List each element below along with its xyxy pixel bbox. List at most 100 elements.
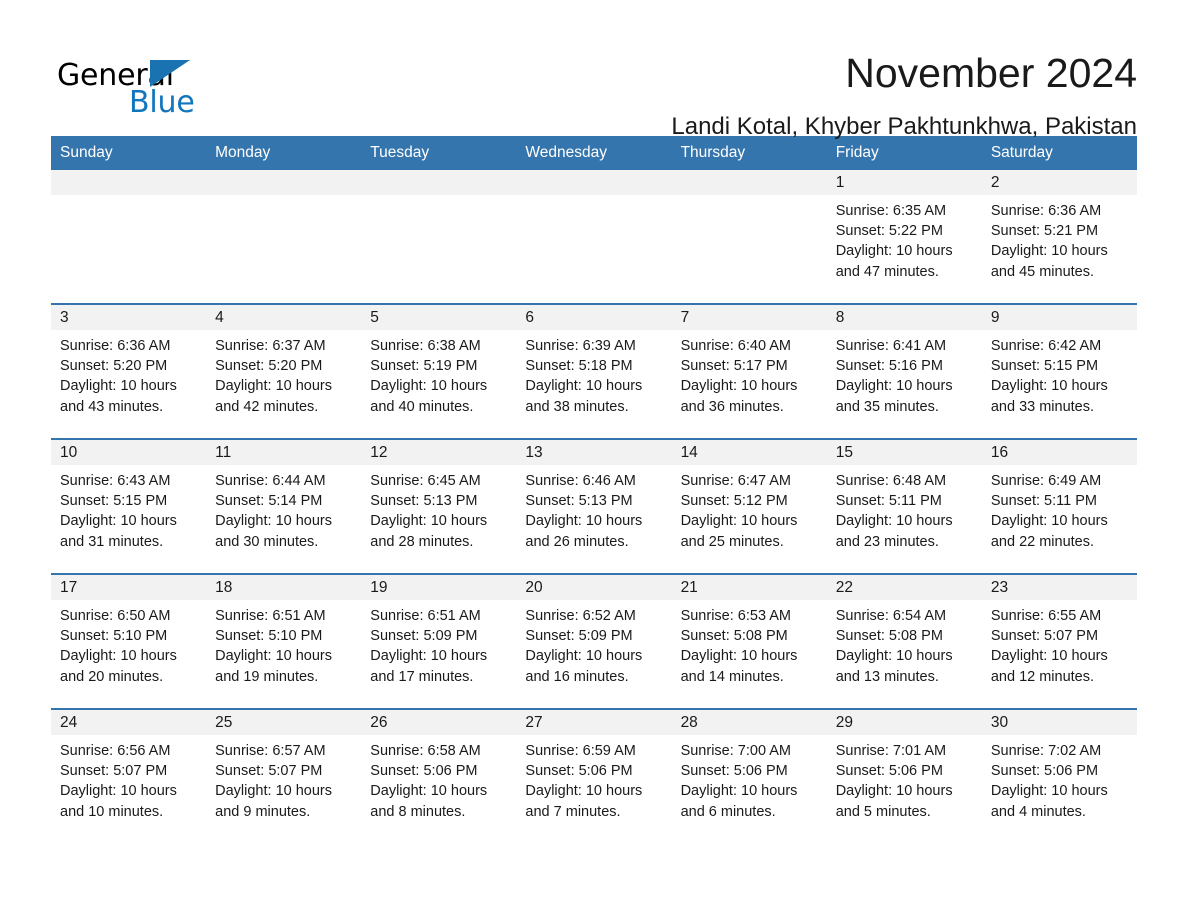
calendar-day-cell[interactable]: 29 Sunrise: 7:01 AM Sunset: 5:06 PM Dayligh… xyxy=(826,708,982,843)
calendar-day-cell[interactable]: 18 Sunrise: 6:51 AM Sunset: 5:10 PM Dayligh… xyxy=(206,573,362,709)
calendar-day-cell[interactable]: 19 Sunrise: 6:51 AM Sunset: 5:09 PM Dayligh… xyxy=(361,573,517,709)
calendar-day-cell[interactable]: 11 Sunrise: 6:44 AM Sunset: 5:14 PM Dayligh… xyxy=(206,438,362,574)
sunrise-text: Sunrise: 6:48 AM xyxy=(835,473,947,489)
day-number: 13 xyxy=(516,440,672,465)
day-details xyxy=(51,195,207,303)
day-number: 22 xyxy=(826,575,982,600)
day-cell-inner: 7 Sunrise: 6:40 AM Sunset: 5:17 PM Daylight… xyxy=(671,305,827,438)
day-cell-inner: 15 Sunrise: 6:48 AM Sunset: 5:11 PM Dayligh… xyxy=(826,440,982,573)
daylight-text: Daylight: 10 hours xyxy=(215,783,333,800)
sunset-text: Sunset: 5:09 PM xyxy=(370,628,478,645)
day-details: Sunrise: 6:36 AM Sunset: 5:20 PM Daylight:… xyxy=(51,330,207,438)
day-number: 14 xyxy=(671,440,827,465)
sunset-text: Sunset: 5:10 PM xyxy=(215,628,323,645)
page-header: General Blue November 2024 Landi Kotal, … xyxy=(51,0,1137,140)
daylight-text: and 9 minutes. xyxy=(215,803,311,820)
sunrise-text: Sunrise: 6:59 AM xyxy=(525,743,636,759)
title-block: November 2024 Landi Kotal, Khyber Pakhtu… xyxy=(201,46,1137,144)
calendar-day-cell[interactable]: 8 Sunrise: 6:41 AM Sunset: 5:16 PM Daylight… xyxy=(826,303,982,439)
calendar-day-cell[interactable]: 9 Sunrise: 6:42 AM Sunset: 5:15 PM Daylight… xyxy=(981,303,1137,439)
day-details: Sunrise: 6:59 AM Sunset: 5:06 PM Daylight:… xyxy=(516,735,672,843)
sunset-text: Sunset: 5:13 PM xyxy=(525,493,633,510)
daylight-text: Daylight: 10 hours xyxy=(370,648,488,665)
calendar-day-cell[interactable]: 15 Sunrise: 6:48 AM Sunset: 5:11 PM Dayligh… xyxy=(826,438,982,574)
calendar-day-cell[interactable]: 1 Sunrise: 6:35 AM Sunset: 5:22 PM Daylight… xyxy=(826,170,982,304)
sunrise-text: Sunrise: 6:49 AM xyxy=(990,473,1102,489)
calendar-day-cell[interactable]: 3 Sunrise: 6:36 AM Sunset: 5:20 PM Daylight… xyxy=(51,303,207,439)
calendar-day-cell[interactable]: 24 Sunrise: 6:56 AM Sunset: 5:07 PM Dayligh… xyxy=(51,708,207,843)
day-cell-inner: 27 Sunrise: 6:59 AM Sunset: 5:06 PM Dayligh… xyxy=(516,710,672,843)
day-number xyxy=(361,170,517,195)
day-details: Sunrise: 6:52 AM Sunset: 5:09 PM Daylight:… xyxy=(516,600,672,708)
calendar-day-cell[interactable]: 7 Sunrise: 6:40 AM Sunset: 5:17 PM Daylight… xyxy=(671,303,827,439)
calendar-week-row: 3 Sunrise: 6:36 AM Sunset: 5:20 PM Daylight… xyxy=(51,303,1137,439)
daylight-text: and 23 minutes. xyxy=(835,533,939,550)
day-cell-inner: 26 Sunrise: 6:58 AM Sunset: 5:06 PM Dayligh… xyxy=(361,710,517,843)
day-details: Sunrise: 6:56 AM Sunset: 5:07 PM Daylight:… xyxy=(51,735,207,843)
calendar-day-cell[interactable]: 12 Sunrise: 6:45 AM Sunset: 5:13 PM Dayligh… xyxy=(361,438,517,574)
day-cell-inner: 21 Sunrise: 6:53 AM Sunset: 5:08 PM Dayligh… xyxy=(671,575,827,708)
calendar-day-cell[interactable]: 14 Sunrise: 6:47 AM Sunset: 5:12 PM Dayligh… xyxy=(671,438,827,574)
daylight-text: Daylight: 10 hours xyxy=(680,783,798,800)
day-cell-inner: 2 Sunrise: 6:36 AM Sunset: 5:21 PM Daylight… xyxy=(981,170,1137,303)
day-cell-inner: 30 Sunrise: 7:02 AM Sunset: 5:06 PM Dayligh… xyxy=(981,710,1137,843)
calendar-day-cell[interactable]: 21 Sunrise: 6:53 AM Sunset: 5:08 PM Dayligh… xyxy=(671,573,827,709)
sunrise-text: Sunrise: 6:37 AM xyxy=(215,338,326,354)
day-cell-inner: 24 Sunrise: 6:56 AM Sunset: 5:07 PM Dayligh… xyxy=(51,710,207,843)
sunset-text: Sunset: 5:11 PM xyxy=(835,493,942,510)
page-title: November 2024 xyxy=(845,50,1137,96)
day-number: 17 xyxy=(51,575,207,600)
calendar-day-cell[interactable]: 25 Sunrise: 6:57 AM Sunset: 5:07 PM Dayligh… xyxy=(206,708,362,843)
location-subtitle: Landi Kotal, Khyber Pakhtunkhwa, Pakista… xyxy=(671,113,1137,140)
day-number: 25 xyxy=(206,710,362,735)
daylight-text: and 40 minutes. xyxy=(370,398,474,415)
daylight-text: and 17 minutes. xyxy=(370,668,474,685)
sunrise-text: Sunrise: 6:38 AM xyxy=(370,338,481,354)
day-cell-inner xyxy=(516,170,672,303)
day-number: 1 xyxy=(826,170,982,195)
calendar-day-cell[interactable]: 20 Sunrise: 6:52 AM Sunset: 5:09 PM Dayligh… xyxy=(516,573,672,709)
calendar-day-cell[interactable]: 22 Sunrise: 6:54 AM Sunset: 5:08 PM Dayligh… xyxy=(826,573,982,709)
day-cell-inner: 3 Sunrise: 6:36 AM Sunset: 5:20 PM Daylight… xyxy=(51,305,207,438)
calendar-day-cell[interactable]: 30 Sunrise: 7:02 AM Sunset: 5:06 PM Dayligh… xyxy=(981,708,1137,843)
calendar-day-cell[interactable]: 17 Sunrise: 6:50 AM Sunset: 5:10 PM Dayligh… xyxy=(51,573,207,709)
day-cell-inner: 14 Sunrise: 6:47 AM Sunset: 5:12 PM Dayligh… xyxy=(671,440,827,573)
daylight-text: and 12 minutes. xyxy=(990,668,1095,685)
calendar-day-cell[interactable]: 10 Sunrise: 6:43 AM Sunset: 5:15 PM Dayligh… xyxy=(51,438,207,574)
calendar-day-cell[interactable]: 23 Sunrise: 6:55 AM Sunset: 5:07 PM Dayligh… xyxy=(981,573,1137,709)
calendar-day-cell[interactable]: 26 Sunrise: 6:58 AM Sunset: 5:06 PM Dayligh… xyxy=(361,708,517,843)
sunset-text: Sunset: 5:09 PM xyxy=(525,628,633,645)
day-details: Sunrise: 6:55 AM Sunset: 5:07 PM Daylight:… xyxy=(981,600,1137,708)
sunset-text: Sunset: 5:13 PM xyxy=(370,493,478,510)
calendar-day-cell[interactable]: 2 Sunrise: 6:36 AM Sunset: 5:21 PM Daylight… xyxy=(981,170,1137,304)
day-cell-inner: 12 Sunrise: 6:45 AM Sunset: 5:13 PM Dayligh… xyxy=(361,440,517,573)
day-cell-inner: 22 Sunrise: 6:54 AM Sunset: 5:08 PM Dayligh… xyxy=(826,575,982,708)
sunrise-text: Sunrise: 6:51 AM xyxy=(370,608,481,624)
sunrise-text: Sunrise: 6:57 AM xyxy=(215,743,326,759)
sunset-text: Sunset: 5:06 PM xyxy=(835,763,943,780)
calendar-day-cell[interactable]: 6 Sunrise: 6:39 AM Sunset: 5:18 PM Daylight… xyxy=(516,303,672,439)
sunrise-text: Sunrise: 7:01 AM xyxy=(835,743,947,759)
calendar-day-cell[interactable]: 28 Sunrise: 7:00 AM Sunset: 5:06 PM Dayligh… xyxy=(671,708,827,843)
day-number: 24 xyxy=(51,710,207,735)
sunrise-text: Sunrise: 6:56 AM xyxy=(60,743,171,759)
daylight-text: and 8 minutes. xyxy=(370,803,466,820)
day-cell-inner: 28 Sunrise: 7:00 AM Sunset: 5:06 PM Dayligh… xyxy=(671,710,827,843)
logo-general-blue[interactable]: General Blue xyxy=(51,46,201,120)
calendar-day-cell[interactable]: 5 Sunrise: 6:38 AM Sunset: 5:19 PM Daylight… xyxy=(361,303,517,439)
day-number: 4 xyxy=(206,305,362,330)
sunset-text: Sunset: 5:16 PM xyxy=(835,358,943,375)
calendar-day-cell[interactable]: 16 Sunrise: 6:49 AM Sunset: 5:11 PM Dayligh… xyxy=(981,438,1137,574)
calendar-day-cell[interactable]: 13 Sunrise: 6:46 AM Sunset: 5:13 PM Dayligh… xyxy=(516,438,672,574)
day-number: 20 xyxy=(516,575,672,600)
daylight-text: Daylight: 10 hours xyxy=(680,648,798,665)
calendar-empty-cell xyxy=(671,170,827,304)
calendar-day-cell[interactable]: 4 Sunrise: 6:37 AM Sunset: 5:20 PM Daylight… xyxy=(206,303,362,439)
day-cell-inner xyxy=(671,170,827,303)
daylight-text: Daylight: 10 hours xyxy=(990,243,1108,260)
day-number: 2 xyxy=(981,170,1137,195)
sunrise-text: Sunrise: 6:52 AM xyxy=(525,608,636,624)
day-details: Sunrise: 6:46 AM Sunset: 5:13 PM Daylight:… xyxy=(516,465,672,573)
day-cell-inner: 19 Sunrise: 6:51 AM Sunset: 5:09 PM Dayligh… xyxy=(361,575,517,708)
calendar-day-cell[interactable]: 27 Sunrise: 6:59 AM Sunset: 5:06 PM Dayligh… xyxy=(516,708,672,843)
